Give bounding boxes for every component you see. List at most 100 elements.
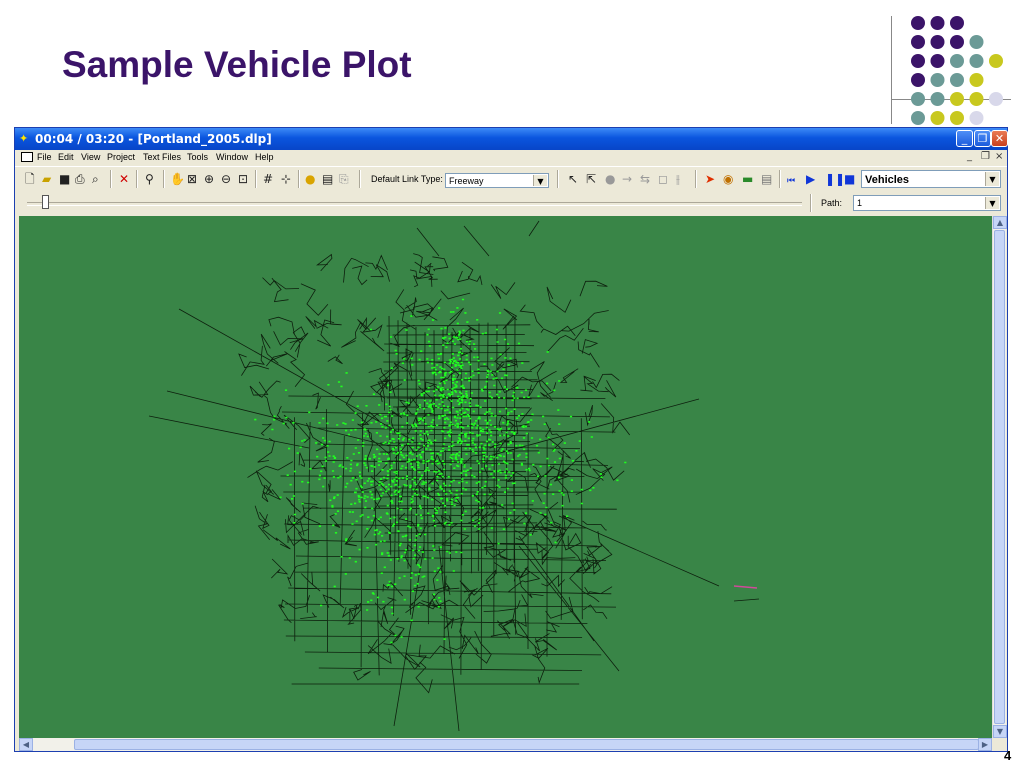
arrow-icon[interactable]: →: [622, 172, 632, 186]
toolbar-separator: [298, 170, 300, 188]
mdi-minimize-button[interactable]: _: [967, 151, 972, 162]
scroll-up-button[interactable]: ▲: [993, 216, 1007, 229]
decorative-dot: [930, 111, 945, 125]
divider-vertical: [891, 16, 892, 124]
toolbar-separator: [163, 170, 165, 188]
map-icon[interactable]: ▬: [742, 172, 753, 186]
horizontal-scroll-thumb[interactable]: [74, 739, 979, 750]
scroll-left-button[interactable]: ◀: [19, 738, 33, 751]
delete-icon[interactable]: ✕: [119, 172, 129, 186]
zoom-extents-icon[interactable]: ⊠: [187, 172, 197, 186]
toolbar-separator: [810, 194, 812, 212]
node-icon[interactable]: ⚲: [145, 172, 154, 186]
menu-text-files[interactable]: Text Files: [143, 152, 181, 162]
decorative-dot: [969, 73, 984, 87]
record-icon[interactable]: ●: [605, 172, 615, 186]
path-label: Path:: [821, 198, 843, 208]
print-preview-icon[interactable]: ⌕: [92, 172, 99, 186]
decorative-dot: [989, 54, 1003, 68]
menu-edit[interactable]: Edit: [58, 152, 74, 162]
zoom-out-icon[interactable]: ⊖: [221, 172, 231, 186]
divider-horizontal: [891, 99, 1011, 100]
network-map-canvas[interactable]: [19, 216, 992, 738]
toolbar-separator: [110, 170, 112, 188]
menu-tools[interactable]: Tools: [187, 152, 208, 162]
menu-view[interactable]: View: [81, 152, 100, 162]
path-value: 1: [857, 198, 863, 208]
two-way-icon[interactable]: ⇆: [640, 172, 650, 186]
decorative-dot: [950, 16, 964, 30]
decorative-dot: [969, 111, 984, 125]
vertical-scrollbar[interactable]: ▲ ▼: [992, 216, 1007, 738]
menu-help[interactable]: Help: [255, 152, 274, 162]
decorative-dot: [911, 73, 925, 87]
scroll-down-button[interactable]: ▼: [993, 725, 1007, 738]
info-icon[interactable]: ●: [305, 172, 315, 186]
road-network-map: [148, 220, 760, 732]
decorative-dot: [911, 35, 925, 49]
decorative-dot: [969, 35, 984, 49]
toolbar-separator: [695, 170, 697, 188]
toolbar-separator: [359, 170, 361, 188]
menu-file[interactable]: File: [37, 152, 52, 162]
play-icon[interactable]: ▶: [806, 172, 815, 186]
default-link-type-select[interactable]: Freeway ▼: [445, 173, 549, 188]
mdi-restore-button[interactable]: ❐: [981, 151, 990, 162]
menu-window[interactable]: Window: [216, 152, 248, 162]
print-icon[interactable]: ⎙: [75, 172, 85, 186]
box-icon[interactable]: ◻: [658, 172, 668, 186]
decorative-dot: [911, 111, 925, 125]
menu-bar: File Edit View Project Text Files Tools …: [15, 150, 1007, 165]
time-slider-track[interactable]: [27, 202, 802, 206]
document-icon[interactable]: [21, 152, 33, 162]
animate-icon[interactable]: ◉: [723, 172, 733, 186]
report-icon[interactable]: ▤: [761, 172, 772, 186]
fit-icon[interactable]: ⊡: [238, 172, 248, 186]
default-link-type-value: Freeway: [449, 176, 484, 186]
toolbar-separator: [255, 170, 257, 188]
zoom-in-icon[interactable]: ⊕: [204, 172, 214, 186]
vertical-scroll-thumb[interactable]: [994, 230, 1005, 724]
chevron-down-icon: ▼: [533, 175, 547, 186]
selected-link: [733, 585, 758, 589]
decorative-dot: [969, 54, 984, 68]
pan-icon[interactable]: ✋: [170, 172, 185, 186]
select-link-icon[interactable]: ⇱: [586, 172, 596, 186]
properties-icon[interactable]: ▤: [322, 172, 333, 186]
restore-button[interactable]: ❐: [974, 130, 991, 147]
split-icon[interactable]: ⫲: [676, 172, 680, 186]
save-icon[interactable]: ■: [59, 172, 70, 186]
snap-icon[interactable]: ⊹: [281, 172, 291, 186]
display-mode-select[interactable]: Vehicles ▼: [861, 170, 1001, 188]
decorative-dot: [950, 73, 964, 87]
time-slider-thumb[interactable]: [42, 195, 49, 209]
new-icon[interactable]: 🗋: [25, 172, 35, 186]
select-icon[interactable]: ↖: [568, 172, 578, 186]
display-mode-value: Vehicles: [865, 174, 910, 186]
stop-icon[interactable]: ■: [844, 172, 855, 186]
horizontal-scrollbar[interactable]: ◀ ▶: [19, 738, 992, 751]
time-slider-bar: Path: 1 ▼: [15, 192, 1007, 214]
minimize-button[interactable]: _: [956, 130, 973, 147]
copy-icon[interactable]: ⎘: [339, 172, 349, 186]
close-button[interactable]: ✕: [991, 130, 1008, 147]
title-bar[interactable]: ✦ 00:04 / 03:20 - [Portland_2005.dlp] _ …: [15, 128, 1008, 150]
open-icon[interactable]: ▰: [42, 172, 51, 186]
decorative-dot: [930, 54, 945, 68]
slide-number: 4: [1004, 748, 1012, 763]
toolbar-separator: [557, 170, 559, 188]
toolbar-separator: [779, 170, 781, 188]
road-links: [148, 220, 760, 732]
menu-project[interactable]: Project: [107, 152, 135, 162]
grid-icon[interactable]: #: [263, 172, 273, 186]
decorative-dot: [950, 54, 964, 68]
application-window: ✦ 00:04 / 03:20 - [Portland_2005.dlp] _ …: [14, 127, 1008, 752]
rewind-icon[interactable]: ⏮: [787, 174, 795, 188]
mdi-close-button[interactable]: ×: [995, 151, 1003, 162]
slide-title: Sample Vehicle Plot: [62, 44, 412, 85]
pause-icon[interactable]: ❚❚: [825, 172, 845, 186]
run-icon[interactable]: ➤: [705, 172, 715, 186]
decorative-dot: [930, 16, 945, 30]
path-select[interactable]: 1 ▼: [853, 195, 1001, 211]
scroll-right-button[interactable]: ▶: [978, 738, 992, 751]
